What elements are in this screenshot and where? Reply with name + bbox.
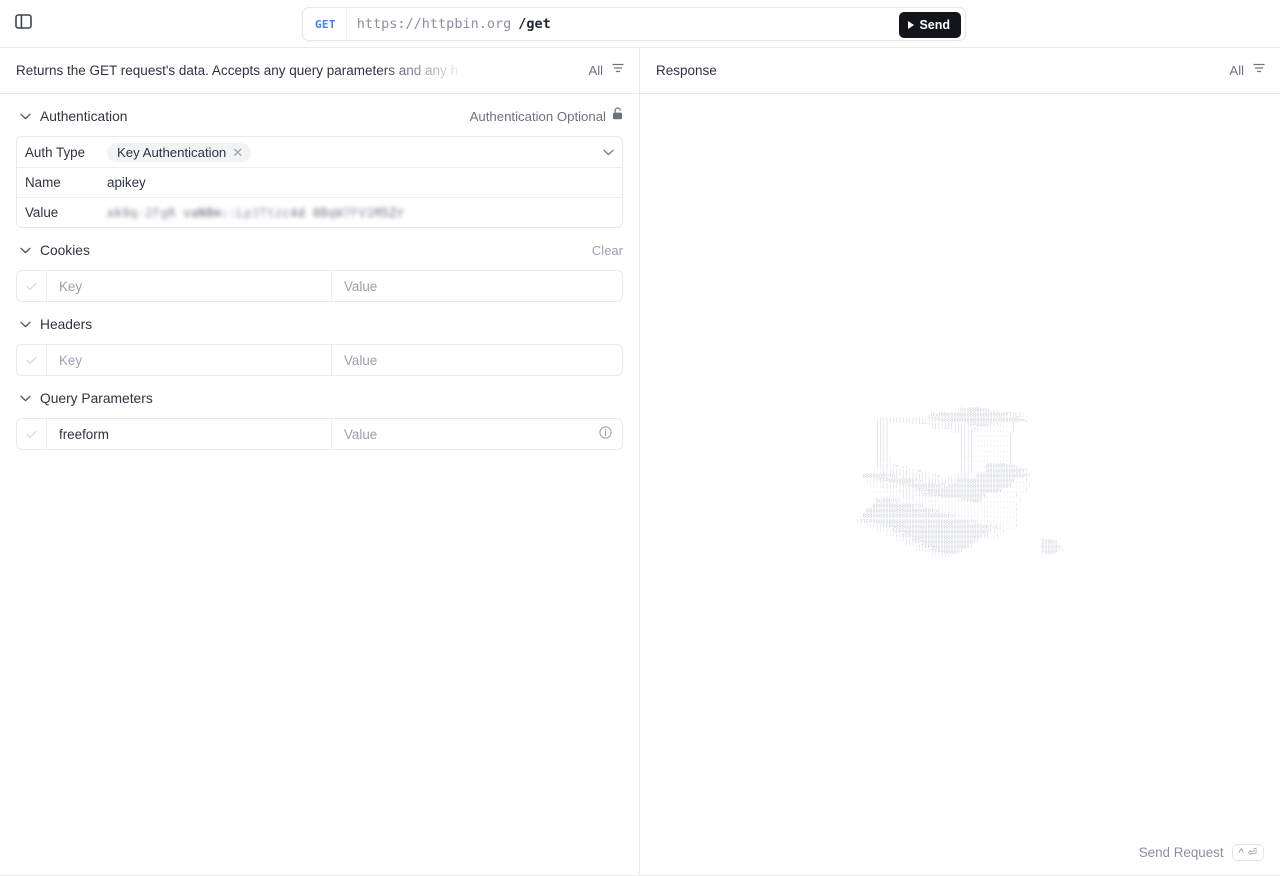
row-enabled-checkbox[interactable] <box>17 345 47 375</box>
url-path-text: /get <box>518 16 551 32</box>
keyboard-shortcut-badge: ^ ⏎ <box>1231 844 1264 861</box>
headers-section-header[interactable]: Headers <box>16 304 623 344</box>
request-pane: Returns the GET request's data. Accepts … <box>0 48 640 875</box>
authentication-status: Authentication Optional <box>470 107 623 125</box>
request-pane-header: Returns the GET request's data. Accepts … <box>0 48 639 94</box>
cookies-actions: Clear <box>592 243 623 258</box>
auth-type-chip-label: Key Authentication <box>117 144 227 160</box>
chevron-down-icon[interactable] <box>16 107 34 125</box>
row-enabled-checkbox[interactable] <box>17 419 47 449</box>
table-row: Key Value <box>17 271 622 301</box>
response-title: Response <box>656 63 717 78</box>
query-param-value-input[interactable]: Value <box>332 419 622 449</box>
endpoint-description: Returns the GET request's data. Accepts … <box>16 62 459 78</box>
authentication-status-label: Authentication Optional <box>469 108 606 124</box>
auth-name-field[interactable]: apikey <box>105 168 622 197</box>
table-row: Value xk9q-2FgR vaN8m::Lp3Ttzc4d 8BqW7FV… <box>17 197 622 227</box>
sidebar-toggle-button[interactable] <box>8 9 38 39</box>
query-parameters-section-header[interactable]: Query Parameters <box>16 378 623 418</box>
authentication-title: Authentication <box>40 108 128 124</box>
headers-title: Headers <box>40 316 93 332</box>
info-icon[interactable] <box>599 426 612 442</box>
response-placeholder-ascii-art: ..,UodB8Bbou,,. ..,UodBB8888888888888888… <box>856 407 1064 561</box>
auth-value-label: Value <box>25 205 59 220</box>
top-bar: GET https://httpbin.org/get Send <box>0 0 1280 48</box>
request-filter-all-label[interactable]: All <box>589 63 603 78</box>
auth-name-value: apikey <box>107 175 146 190</box>
query-param-key-input[interactable]: freeform <box>47 419 332 449</box>
chevron-down-icon[interactable] <box>16 241 34 259</box>
header-key-placeholder: Key <box>59 352 83 368</box>
cookies-table: Key Value <box>16 270 623 302</box>
chevron-down-icon[interactable] <box>16 315 34 333</box>
query-parameters-table: freeform Value <box>16 418 623 450</box>
response-pane-header: Response All <box>640 48 1280 94</box>
url-input[interactable]: https://httpbin.org/get <box>345 8 965 40</box>
headers-table: Key Value <box>16 344 623 376</box>
query-parameters-title: Query Parameters <box>40 390 153 406</box>
unlock-icon <box>612 107 623 125</box>
filter-icon[interactable] <box>611 61 625 80</box>
auth-value-field[interactable]: xk9q-2FgR vaN8m::Lp3Ttzc4d 8BqW7FV1M5Zr <box>105 198 622 227</box>
cookie-value-input[interactable]: Value <box>332 271 622 301</box>
url-base-text: https://httpbin.org <box>356 16 512 32</box>
cookie-key-placeholder: Key <box>59 278 83 294</box>
table-row: Auth Type Key Authentication ✕ <box>17 137 622 167</box>
api-client-window: GET https://httpbin.org/get Send Returns… <box>0 0 1280 876</box>
chevron-down-icon[interactable] <box>16 389 34 407</box>
header-value-placeholder: Value <box>344 352 378 368</box>
header-value-input[interactable]: Value <box>332 345 622 375</box>
auth-secret-value: xk9q-2FgR vaN8m::Lp3Ttzc4d 8BqW7FV1M5Zr <box>107 205 405 220</box>
auth-type-chip[interactable]: Key Authentication ✕ <box>107 142 252 162</box>
request-filter-group: All <box>589 61 625 80</box>
play-icon <box>908 21 915 29</box>
table-row: freeform Value <box>17 419 622 449</box>
authentication-section-header[interactable]: Authentication Authentication Optional <box>16 96 623 136</box>
send-request-hint[interactable]: Send Request ^ ⏎ <box>1139 844 1264 861</box>
auth-type-field[interactable]: Key Authentication ✕ <box>105 137 622 167</box>
main-split: Returns the GET request's data. Accepts … <box>0 48 1280 875</box>
shortcut-key: ⏎ <box>1247 847 1257 859</box>
query-param-key-value: freeform <box>59 426 109 442</box>
send-button[interactable]: Send <box>899 12 961 38</box>
query-param-value-placeholder: Value <box>344 426 378 442</box>
shortcut-modifier: ^ <box>1238 846 1244 859</box>
authentication-table: Auth Type Key Authentication ✕ Name apik… <box>16 136 623 228</box>
http-method-label[interactable]: GET <box>303 18 346 31</box>
response-filter-all-label[interactable]: All <box>1230 63 1244 78</box>
table-row: Name apikey <box>17 167 622 197</box>
panel-toggle-icon <box>14 13 32 34</box>
table-row: Key Value <box>17 345 622 375</box>
header-key-input[interactable]: Key <box>47 345 332 375</box>
filter-icon[interactable] <box>1252 61 1266 80</box>
send-request-label: Send Request <box>1138 845 1224 860</box>
cookie-key-input[interactable]: Key <box>47 271 332 301</box>
close-icon[interactable]: ✕ <box>232 146 243 159</box>
auth-name-label: Name <box>25 175 61 190</box>
auth-type-label: Auth Type <box>25 144 86 160</box>
cookies-section-header[interactable]: Cookies Clear <box>16 230 623 270</box>
request-body: Authentication Authentication Optional A… <box>0 94 639 875</box>
row-enabled-checkbox[interactable] <box>17 271 47 301</box>
send-button-label: Send <box>919 18 950 32</box>
chevron-down-icon[interactable] <box>603 149 614 156</box>
url-bar[interactable]: GET https://httpbin.org/get Send <box>302 7 966 41</box>
cookies-title: Cookies <box>40 242 90 258</box>
cookies-clear-button[interactable]: Clear <box>592 243 623 258</box>
cookie-value-placeholder: Value <box>344 278 378 294</box>
response-pane: Response All ..,UodB8Bbou,,. ..,UodBB888… <box>640 48 1280 875</box>
response-empty-state: ..,UodB8Bbou,,. ..,UodBB8888888888888888… <box>640 94 1280 875</box>
response-filter-group: All <box>1230 61 1266 80</box>
